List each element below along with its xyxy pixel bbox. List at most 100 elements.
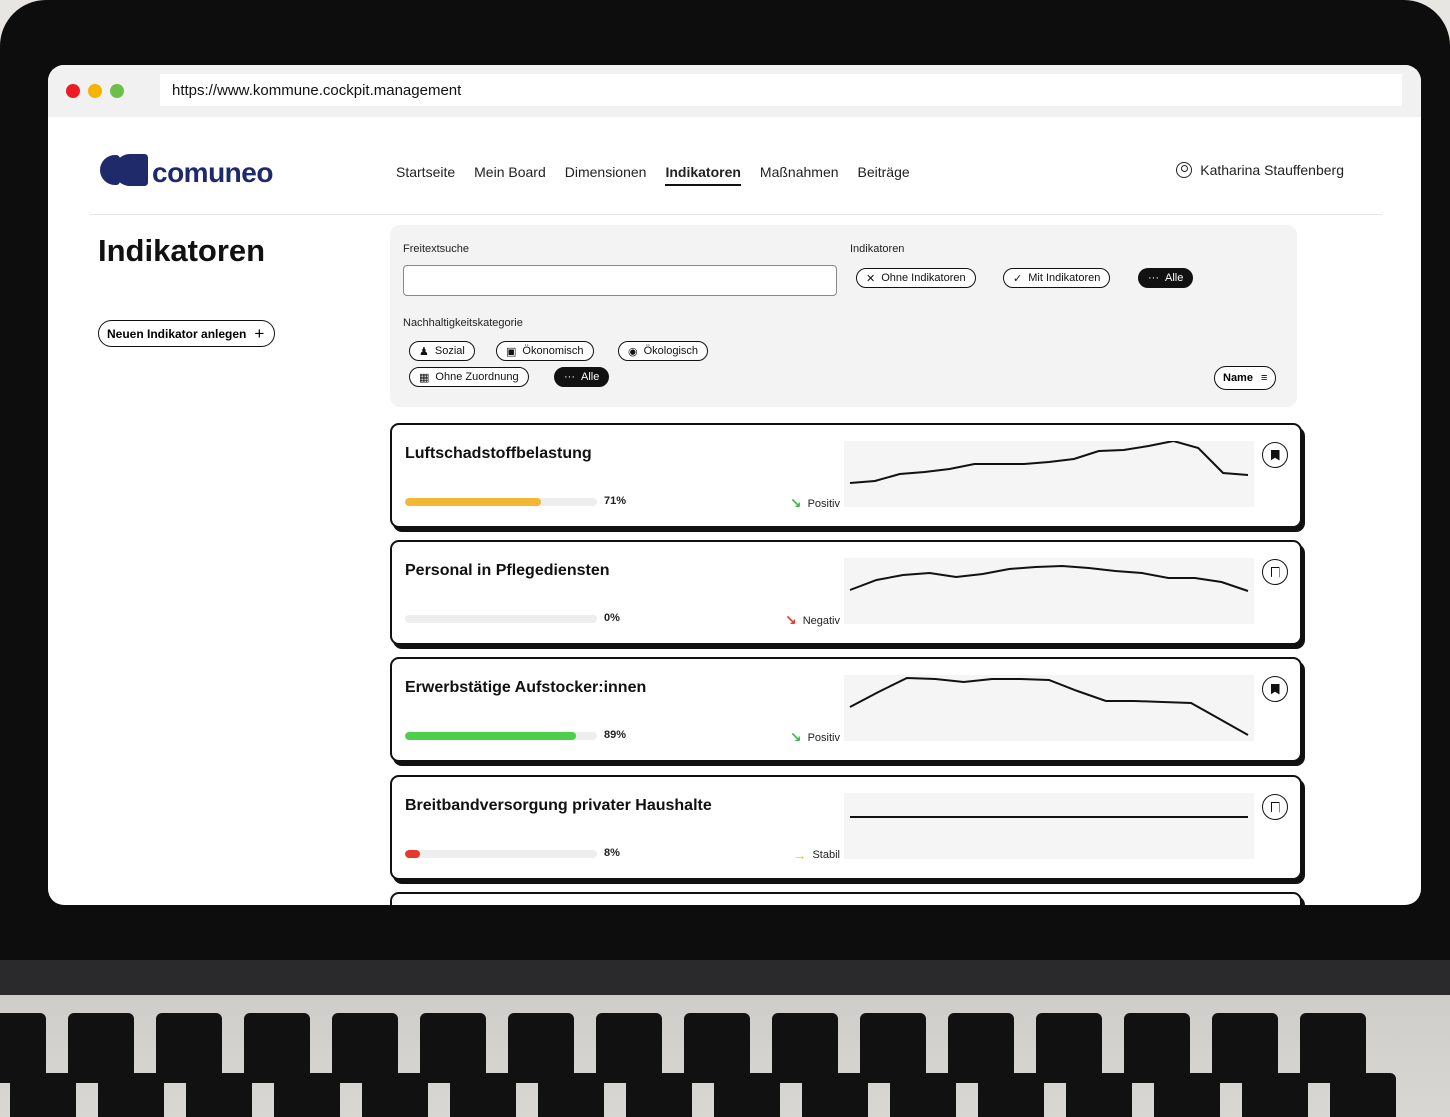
ellipsis-icon: ···	[564, 371, 575, 383]
bookmark-icon	[1270, 683, 1280, 695]
browser-titlebar: https://www.kommune.cockpit.management	[48, 65, 1421, 117]
nav-dimensionen[interactable]: Dimensionen	[565, 164, 647, 186]
indicator-title: Luftschadstoffbelastung	[405, 445, 592, 462]
chip-oekonomisch[interactable]: ▣ Ökonomisch	[496, 341, 594, 361]
main-nav: Startseite Mein Board Dimensionen Indika…	[396, 164, 910, 186]
nav-indikatoren[interactable]: Indikatoren	[665, 164, 741, 186]
progress-track	[405, 732, 597, 740]
bookmark-icon	[1270, 566, 1280, 578]
progress-fill	[405, 732, 576, 740]
trend-arrow-icon: ↘	[784, 612, 797, 628]
chip-oekologisch[interactable]: ◉ Ökologisch	[618, 341, 709, 361]
trend-label: Negativ	[802, 614, 840, 627]
sparkline-line	[849, 441, 1249, 484]
chip-without-indicators[interactable]: ✕ Ohne Indikatoren	[856, 268, 976, 288]
user-name: Katharina Stauffenberg	[1200, 162, 1344, 178]
chip-label: Sozial	[434, 345, 465, 357]
progress-track	[405, 615, 597, 623]
sparkline-chart	[844, 675, 1254, 741]
bookmark-icon	[1270, 449, 1280, 461]
user-icon	[1176, 162, 1193, 178]
bookmark-button[interactable]	[1262, 794, 1288, 820]
sparkline-chart	[844, 793, 1254, 859]
chip-sozial[interactable]: ♟ Sozial	[409, 341, 475, 361]
progress-fill	[405, 850, 421, 858]
user-menu[interactable]: Katharina Stauffenberg	[1176, 162, 1344, 178]
ellipsis-icon: ···	[1148, 272, 1159, 284]
indicator-card-partial[interactable]	[390, 892, 1302, 905]
sparkline-chart	[844, 558, 1254, 624]
check-icon: ✓	[1013, 272, 1023, 285]
trend-label: Positiv	[807, 731, 840, 744]
nav-beitraege[interactable]: Beiträge	[858, 164, 910, 186]
plus-icon: +	[254, 324, 265, 343]
logo[interactable]: comuneo	[100, 151, 273, 189]
new-indicator-button[interactable]: Neuen Indikator anlegen +	[98, 320, 276, 347]
new-indicator-label: Neuen Indikator anlegen	[107, 326, 247, 341]
nav-mein-board[interactable]: Mein Board	[474, 164, 546, 186]
progress-percent: 71%	[604, 495, 627, 507]
indicator-card[interactable]: Breitbandversorgung privater Haushalte 8…	[390, 775, 1302, 880]
trend: ↘ Positiv	[790, 495, 840, 512]
trend-label: Positiv	[807, 497, 840, 510]
trend-arrow-icon: ↘	[789, 729, 802, 745]
trend-arrow-icon: ↘	[789, 495, 802, 511]
chip-label: Ökologisch	[643, 345, 699, 357]
minimize-dot-icon[interactable]	[88, 84, 102, 98]
close-dot-icon[interactable]	[66, 84, 80, 98]
bookmark-button[interactable]	[1262, 442, 1288, 468]
bookmark-button[interactable]	[1262, 559, 1288, 585]
progress-percent: 8%	[604, 847, 620, 859]
chip-label: Ökonomisch	[522, 345, 584, 357]
indicator-title: Erwerbstätige Aufstocker:innen	[405, 679, 647, 696]
progress-track	[405, 498, 597, 506]
sparkline-line	[849, 676, 1249, 736]
chip-label: Ohne Indikatoren	[881, 272, 966, 284]
laptop-hinge	[0, 960, 1450, 1000]
trend: ↘ Negativ	[785, 612, 840, 629]
logo-mark-icon	[100, 154, 148, 186]
x-icon: ✕	[866, 272, 876, 285]
progress-track	[405, 850, 597, 858]
search-label: Freitextsuche	[403, 243, 470, 255]
progress-fill	[405, 498, 542, 506]
chip-all-indicators[interactable]: ··· Alle	[1138, 268, 1194, 288]
site-header: comuneo Startseite Mein Board Dimensione…	[90, 117, 1382, 215]
nav-startseite[interactable]: Startseite	[396, 164, 455, 186]
trend-label: Stabil	[812, 849, 840, 861]
indicator-filter-label: Indikatoren	[850, 243, 905, 255]
progress-percent: 89%	[604, 729, 627, 741]
bookmark-button[interactable]	[1262, 676, 1288, 702]
globe-icon: ◉	[628, 345, 638, 358]
maximize-dot-icon[interactable]	[110, 84, 124, 98]
sort-icon: ≡	[1260, 372, 1268, 384]
indicator-card[interactable]: Erwerbstätige Aufstocker:innen 89% ↘ Pos…	[390, 657, 1302, 762]
chip-with-indicators[interactable]: ✓ Mit Indikatoren	[1003, 268, 1111, 288]
indicator-card[interactable]: Personal in Pflegediensten 0% ↘ Negativ	[390, 540, 1302, 645]
category-label: Nachhaltigkeitskategorie	[403, 317, 523, 329]
indicator-title: Breitbandversorgung privater Haushalte	[405, 797, 712, 814]
sparkline-chart	[844, 441, 1254, 507]
address-bar[interactable]: https://www.kommune.cockpit.management	[160, 74, 1402, 106]
chip-all-categories[interactable]: ··· Alle	[554, 367, 610, 387]
nav-massnahmen[interactable]: Maßnahmen	[760, 164, 839, 186]
indicator-card[interactable]: Luftschadstoffbelastung 71% ↘ Positiv	[390, 423, 1302, 528]
trend: → Stabil	[792, 847, 840, 863]
sparkline-line	[849, 564, 1249, 592]
page-title: Indikatoren	[98, 233, 266, 268]
chip-label: Ohne Zuordnung	[435, 371, 519, 383]
sort-button[interactable]: Name ≡	[1214, 366, 1277, 390]
chip-label: Alle	[581, 371, 600, 383]
chip-label: Mit Indikatoren	[1028, 272, 1101, 284]
logo-text: comuneo	[152, 157, 273, 188]
browser-window: https://www.kommune.cockpit.management c…	[48, 65, 1421, 905]
trend-arrow-icon: →	[792, 847, 807, 863]
filter-panel: Freitextsuche Indikatoren ✕ Ohne Indikato…	[390, 225, 1297, 407]
search-input[interactable]	[403, 265, 837, 296]
people-icon: ♟	[419, 345, 429, 358]
chip-label: Alle	[1165, 272, 1184, 284]
keyboard	[0, 995, 1450, 1117]
chip-ohne-zuordnung[interactable]: ▦ Ohne Zuordnung	[409, 367, 529, 387]
progress-percent: 0%	[604, 612, 620, 624]
bookmark-icon	[1270, 801, 1280, 813]
